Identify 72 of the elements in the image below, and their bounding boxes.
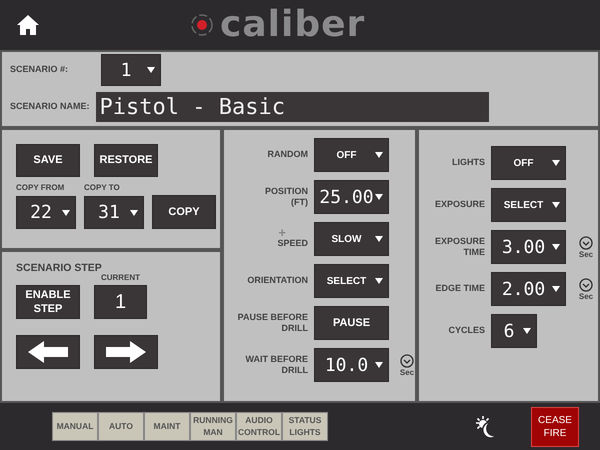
nav-tab[interactable]: STATUS LIGHTS <box>282 412 328 441</box>
left-arrow-icon <box>28 341 68 364</box>
current-label: CURRENT <box>100 273 140 284</box>
caret-icon <box>552 286 560 292</box>
setting-label: RANDOM <box>268 149 308 161</box>
caret-icon <box>523 328 531 334</box>
caret-icon <box>375 152 383 158</box>
nav-tab[interactable]: RUNNING MAN <box>190 412 236 441</box>
setting-label: SPEED <box>277 238 308 250</box>
nav-tab[interactable]: MAINT <box>144 412 190 441</box>
unit-label: Sec <box>578 292 594 300</box>
caret-icon <box>375 362 383 368</box>
clock-icon <box>400 354 414 368</box>
nav-tab[interactable]: AUDIO CONTROL <box>236 412 282 441</box>
cease-fire-button[interactable]: CEASE FIRE <box>531 407 579 447</box>
dropdown[interactable]: SELECT <box>491 188 566 222</box>
setting-label: EXPOSURE TIME <box>434 236 485 258</box>
next-button[interactable] <box>94 335 158 370</box>
home-icon <box>16 13 40 37</box>
action-button[interactable]: RESTORE <box>94 144 158 177</box>
dropdown[interactable]: 6 <box>491 314 537 348</box>
right-arrow-icon <box>106 341 146 364</box>
dropdown[interactable]: 2.00 <box>491 272 566 306</box>
unit-label: Sec <box>400 368 414 376</box>
dropdown[interactable]: SLOW <box>314 222 389 256</box>
copy-button[interactable]: COPY <box>152 195 216 229</box>
caret-icon <box>552 160 560 166</box>
caret-icon <box>375 236 383 242</box>
caret-icon <box>147 67 155 73</box>
scenario-number-label: SCENARIO #: <box>10 64 70 76</box>
setting-label: LIGHTS <box>452 157 485 169</box>
current-step-value: 1 <box>94 285 147 320</box>
unit-label: Sec <box>578 250 594 258</box>
setting-label: EXPOSURE <box>434 199 485 211</box>
logo-text: caliber <box>220 4 366 46</box>
setting-label: CYCLES <box>448 325 485 337</box>
setting-label: ORIENTATION <box>247 275 308 287</box>
section-title: SCENARIO STEP <box>16 262 103 274</box>
copy-from-dropdown[interactable]: 22 <box>16 196 76 229</box>
scenario-dropdown[interactable]: 1 <box>101 54 161 86</box>
caret-icon <box>130 210 138 216</box>
caret-icon <box>375 194 383 200</box>
copy-from-label: COPY FROM <box>16 183 66 193</box>
setting-label: PAUSE BEFORE DRILL <box>238 312 308 334</box>
clock-icon <box>579 236 593 250</box>
dropdown[interactable]: 3.00 <box>491 230 566 264</box>
dropdown[interactable]: SELECT <box>314 264 389 298</box>
previous-button[interactable] <box>16 335 80 370</box>
caret-icon <box>552 202 560 208</box>
setting-label: POSITION (FT) <box>264 186 308 208</box>
caret-icon <box>552 244 560 250</box>
action-button[interactable]: SAVE <box>16 144 80 177</box>
dropdown[interactable]: 10.0 <box>314 348 389 382</box>
nav-tab[interactable]: MANUAL <box>52 412 98 441</box>
setting-label: EDGE TIME <box>435 283 485 295</box>
dropdown[interactable]: OFF <box>314 138 389 172</box>
copy-to-dropdown[interactable]: 31 <box>84 196 144 229</box>
dropdown[interactable]: OFF <box>491 146 566 180</box>
scenario-name-label: SCENARIO NAME: <box>10 101 90 113</box>
nav-tab[interactable]: AUTO <box>98 412 144 441</box>
pause-button[interactable]: PAUSE <box>314 306 389 340</box>
copy-to-label: COPY TO <box>84 183 121 193</box>
dropdown[interactable]: 25.00 <box>314 180 389 214</box>
setting-label: WAIT BEFORE DRILL <box>246 354 308 376</box>
enable-step-button[interactable]: ENABLE STEP <box>16 285 80 320</box>
scenario-name-field[interactable]: Pistol - Basic <box>96 92 489 122</box>
caret-icon <box>375 278 383 284</box>
plus-mark: + <box>278 228 286 238</box>
home-button[interactable] <box>16 13 40 37</box>
clock-icon <box>579 278 593 292</box>
target-logo-icon <box>190 13 214 37</box>
caret-icon <box>62 210 70 216</box>
